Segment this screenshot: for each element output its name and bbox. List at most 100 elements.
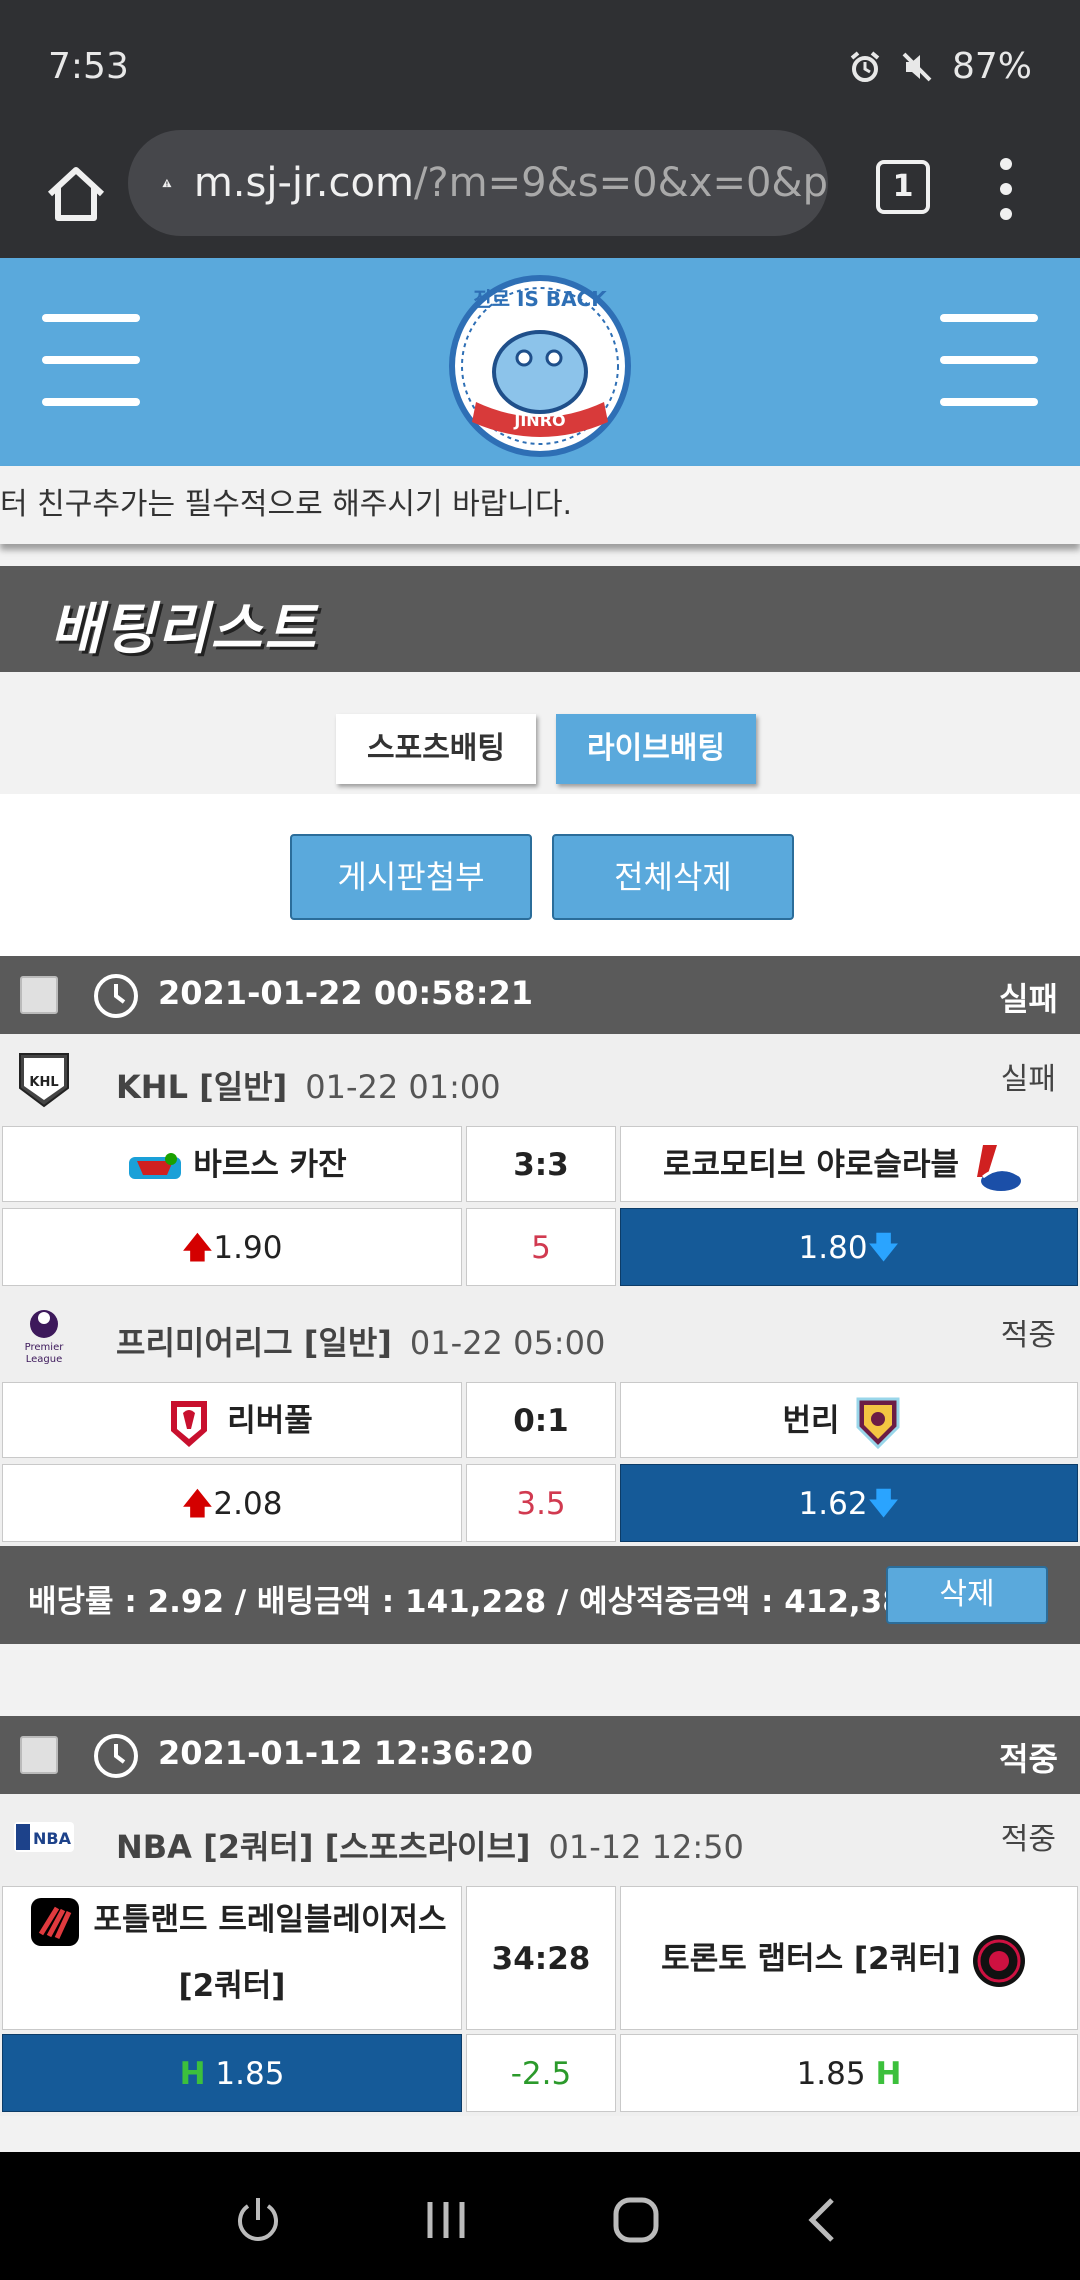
away-team-cell: 번리 xyxy=(620,1382,1078,1458)
game-result: 실패 xyxy=(1000,1062,1056,1097)
bet-type-tabs: 스포츠배팅 라이브배팅 xyxy=(0,672,1080,794)
back-icon[interactable] xyxy=(796,2192,852,2248)
league-name: KHL xyxy=(116,1068,188,1106)
odds-row: 🡅2.08 3.5 1.62🡇 xyxy=(0,1464,1080,1546)
svg-text:진로 IS BACK: 진로 IS BACK xyxy=(473,287,608,311)
status-time: 7:53 xyxy=(48,46,129,87)
alarm-icon xyxy=(850,50,880,82)
game-result: 적중 xyxy=(1000,1318,1056,1353)
right-menu-button[interactable] xyxy=(940,314,1038,410)
bet-slip: 2021-01-22 00:58:21 실패 KHL KHL [일반] 01-22… xyxy=(0,956,1080,1644)
match-row: 바르스 카잔 3:3 로코모티브 야로슬라블 xyxy=(0,1126,1080,1208)
tab-live-betting[interactable]: 라이브배팅 xyxy=(556,714,756,784)
liverpool-crest-icon xyxy=(171,1400,208,1447)
away-team-cell: 토론토 랩터스 [2쿼터] xyxy=(620,1886,1078,2030)
away-odds-button[interactable]: 1.85 H xyxy=(620,2034,1078,2112)
game-time: 01-22 05:00 xyxy=(409,1324,606,1362)
mute-icon xyxy=(902,52,932,81)
system-navigation-bar xyxy=(0,2152,1080,2280)
arrow-down-icon: 🡇 xyxy=(867,1486,900,1522)
raptors-logo-icon xyxy=(972,1934,1025,1987)
svg-text:Premier: Premier xyxy=(25,1342,65,1353)
page-title: 배팅리스트 xyxy=(50,597,318,662)
home-odds-button[interactable]: H 1.85 xyxy=(2,2034,462,2112)
clock-icon xyxy=(94,974,138,1018)
clock-icon xyxy=(94,1734,138,1778)
arrow-up-icon: 🡅 xyxy=(181,1230,214,1266)
away-odds-button[interactable]: 1.80🡇 xyxy=(620,1208,1078,1286)
bet-result: 적중 xyxy=(999,1740,1058,1778)
bars-kazan-logo-icon xyxy=(129,1152,182,1179)
home-team-cell: 포틀랜드 트레일블레이저스 [2쿼터] xyxy=(2,1886,462,2030)
game-time: 01-22 01:00 xyxy=(305,1068,501,1106)
bet-datetime: 2021-01-12 12:36:20 xyxy=(158,1734,534,1772)
trail-blazers-logo-icon xyxy=(31,1897,80,1946)
url-text[interactable]: m.sj-jr.com/?m=9&s=0&x=0&p xyxy=(194,160,828,206)
notice-banner: 터 친구추가는 필수적으로 해주시기 바랍니다. xyxy=(0,466,1080,544)
attach-to-board-button[interactable]: 게시판첨부 xyxy=(290,834,532,920)
home-icon[interactable] xyxy=(36,154,116,234)
browser-toolbar: m.sj-jr.com/?m=9&s=0&x=0&p 1 xyxy=(0,130,1080,258)
league-name: NBA [2쿼터] xyxy=(116,1828,314,1866)
bet-checkbox[interactable] xyxy=(20,976,58,1014)
jinro-logo[interactable]: JINRO 진로 IS BACK xyxy=(436,262,644,462)
home-team-cell: 리버풀 xyxy=(2,1382,462,1458)
handicap-value[interactable]: -2.5 xyxy=(466,2034,616,2112)
score-cell: 0:1 xyxy=(466,1382,616,1458)
bet-datetime: 2021-01-22 00:58:21 xyxy=(158,974,534,1012)
league-row: NBA NBA [2쿼터] [스포츠라이브] 01-12 12:50 적중 xyxy=(0,1794,1080,1886)
bet-summary-text: 배당률 : 2.92 / 배팅금액 : 141,228 / 예상적중금액 : 4… xyxy=(28,1584,926,1620)
arrow-up-icon: 🡅 xyxy=(181,1486,214,1522)
score-cell: 34:28 xyxy=(466,1886,616,2030)
tab-count-button[interactable]: 1 xyxy=(876,160,930,214)
svg-text:JINRO: JINRO xyxy=(513,411,565,430)
handicap-value[interactable]: 3.5 xyxy=(466,1464,616,1542)
more-menu-icon[interactable] xyxy=(996,154,1016,224)
khl-logo-icon: KHL xyxy=(19,1053,69,1108)
bet-summary: 배당률 : 2.92 / 배팅금액 : 141,228 / 예상적중금액 : 4… xyxy=(0,1546,1080,1644)
bet-header: 2021-01-22 00:58:21 실패 xyxy=(0,956,1080,1034)
league-row: Premier League 프리미어리그 [일반] 01-22 05:00 적중 xyxy=(0,1290,1080,1382)
game-result: 적중 xyxy=(1000,1822,1056,1857)
svg-text:League: League xyxy=(26,1354,63,1365)
action-buttons: 게시판첨부 전체삭제 xyxy=(0,794,1080,956)
delete-bet-button[interactable]: 삭제 xyxy=(886,1566,1048,1624)
recent-apps-icon[interactable] xyxy=(418,2192,474,2248)
bet-result: 실패 xyxy=(999,980,1058,1018)
burnley-crest-icon xyxy=(856,1397,900,1449)
lokomotiv-logo-icon xyxy=(977,1144,1021,1191)
bet-slip: 2021-01-12 12:36:20 적중 NBA NBA [2쿼터] [스포… xyxy=(0,1716,1080,2116)
league-row: KHL KHL [일반] 01-22 01:00 실패 xyxy=(0,1034,1080,1126)
home-odds-button[interactable]: 🡅1.90 xyxy=(2,1208,462,1286)
handicap-h-icon: H xyxy=(179,2056,206,2092)
svg-text:KHL: KHL xyxy=(29,1075,58,1090)
left-menu-button[interactable] xyxy=(42,314,140,410)
delete-all-button[interactable]: 전체삭제 xyxy=(552,834,794,920)
status-bar: 7:53 87% xyxy=(0,0,1080,130)
away-team-cell: 로코모티브 야로슬라블 xyxy=(620,1126,1078,1202)
warning-icon[interactable] xyxy=(162,157,172,209)
svg-text:NBA: NBA xyxy=(33,1829,72,1848)
game-type: [스포츠라이브] xyxy=(324,1828,531,1866)
bet-header: 2021-01-12 12:36:20 적중 xyxy=(0,1716,1080,1794)
home-odds-button[interactable]: 🡅2.08 xyxy=(2,1464,462,1542)
game-type: [일반] xyxy=(199,1068,288,1106)
tab-sports-betting[interactable]: 스포츠배팅 xyxy=(336,714,536,784)
bet-checkbox[interactable] xyxy=(20,1736,58,1774)
handicap-h-icon: H xyxy=(875,2056,902,2092)
league-name: 프리미어리그 xyxy=(116,1324,293,1362)
arrow-down-icon: 🡇 xyxy=(867,1230,900,1266)
premier-league-logo-icon: PremierLeague xyxy=(25,1310,65,1365)
odds-row: 🡅1.90 5 1.80🡇 xyxy=(0,1208,1080,1290)
home-nav-icon[interactable] xyxy=(608,2192,664,2248)
away-odds-button[interactable]: 1.62🡇 xyxy=(620,1464,1078,1542)
game-type: [일반] xyxy=(303,1324,392,1362)
power-icon[interactable] xyxy=(230,2192,286,2248)
game-time: 01-12 12:50 xyxy=(548,1828,744,1866)
handicap-value[interactable]: 5 xyxy=(466,1208,616,1286)
page-title-bar: 배팅리스트 xyxy=(0,566,1080,672)
battery-level: 87% xyxy=(951,46,1032,87)
score-cell: 3:3 xyxy=(466,1126,616,1202)
match-row: 리버풀 0:1 번리 xyxy=(0,1382,1080,1464)
address-bar[interactable]: m.sj-jr.com/?m=9&s=0&x=0&p xyxy=(128,130,828,236)
